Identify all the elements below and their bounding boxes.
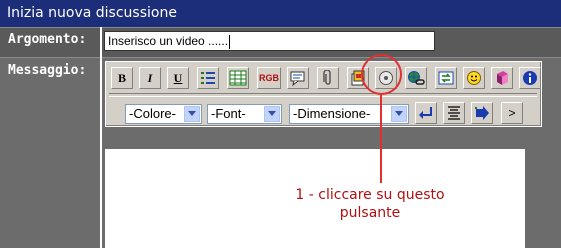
smiley-icon [467, 71, 481, 85]
toolbar-separator [109, 93, 537, 97]
rgb-color-button[interactable]: RGB [257, 67, 281, 89]
messaggio-label: Messaggio: [8, 63, 87, 78]
color-select[interactable]: -Colore- [125, 104, 202, 124]
highlight-circle [361, 54, 402, 95]
size-select-value: -Dimensione- [293, 106, 371, 121]
align-center-icon [448, 106, 460, 120]
close-tag-button[interactable]: > [501, 102, 523, 124]
smiley-button[interactable] [463, 67, 485, 89]
return-arrow-icon [419, 107, 432, 119]
quote-button[interactable] [287, 67, 309, 89]
argomento-value: Inserisco un video ...... [108, 34, 229, 48]
callout-annotation: 1 - cliccare su questo pulsante [295, 187, 445, 221]
refresh-button[interactable] [435, 67, 457, 89]
speech-icon [290, 71, 305, 86]
editor-toolbar: B I U RGB -Colore- -Font- -Dimensione- > [105, 61, 542, 127]
font-select-value: -Font- [211, 106, 246, 121]
bold-label: B [117, 70, 126, 85]
window-title-bar: Inizia nuova discussione [0, 0, 561, 27]
chevron-down-icon [264, 106, 280, 122]
argomento-label: Argomento: [8, 32, 87, 47]
globe-link-icon [408, 71, 425, 85]
align-center-button[interactable] [443, 102, 465, 124]
size-select[interactable]: -Dimensione- [289, 104, 409, 124]
chevron-down-icon [391, 106, 407, 122]
list-button[interactable] [197, 67, 219, 89]
swap-arrows-icon [438, 71, 454, 85]
font-select[interactable]: -Font- [207, 104, 282, 124]
rgb-label: RGB [259, 73, 279, 83]
italic-label: I [147, 70, 153, 85]
underline-label: U [173, 70, 183, 85]
column-divider [100, 27, 102, 248]
argomento-input[interactable]: Inserisco un video ...... [104, 31, 435, 51]
callout-line [380, 95, 382, 183]
info-icon [523, 71, 537, 85]
table-icon [229, 70, 247, 86]
paperclip-icon [323, 70, 331, 85]
book-button[interactable] [491, 67, 513, 89]
color-select-value: -Colore- [129, 106, 176, 121]
attach-button[interactable] [317, 67, 339, 89]
right-arrow-icon [475, 106, 489, 120]
info-button[interactable] [519, 67, 541, 89]
table-button[interactable] [227, 67, 249, 89]
page-title: Inizia nuova discussione [7, 5, 177, 21]
align-left-button[interactable] [415, 102, 437, 124]
list-icon [201, 72, 215, 84]
text-caret [229, 34, 231, 49]
link-button[interactable] [405, 67, 427, 89]
close-tag-label: > [508, 106, 516, 120]
align-right-button[interactable] [471, 102, 493, 124]
book-icon [497, 71, 508, 85]
italic-button[interactable]: I [139, 67, 161, 89]
chevron-down-icon [184, 106, 200, 122]
bold-button[interactable]: B [111, 67, 133, 89]
underline-button[interactable]: U [167, 67, 189, 89]
